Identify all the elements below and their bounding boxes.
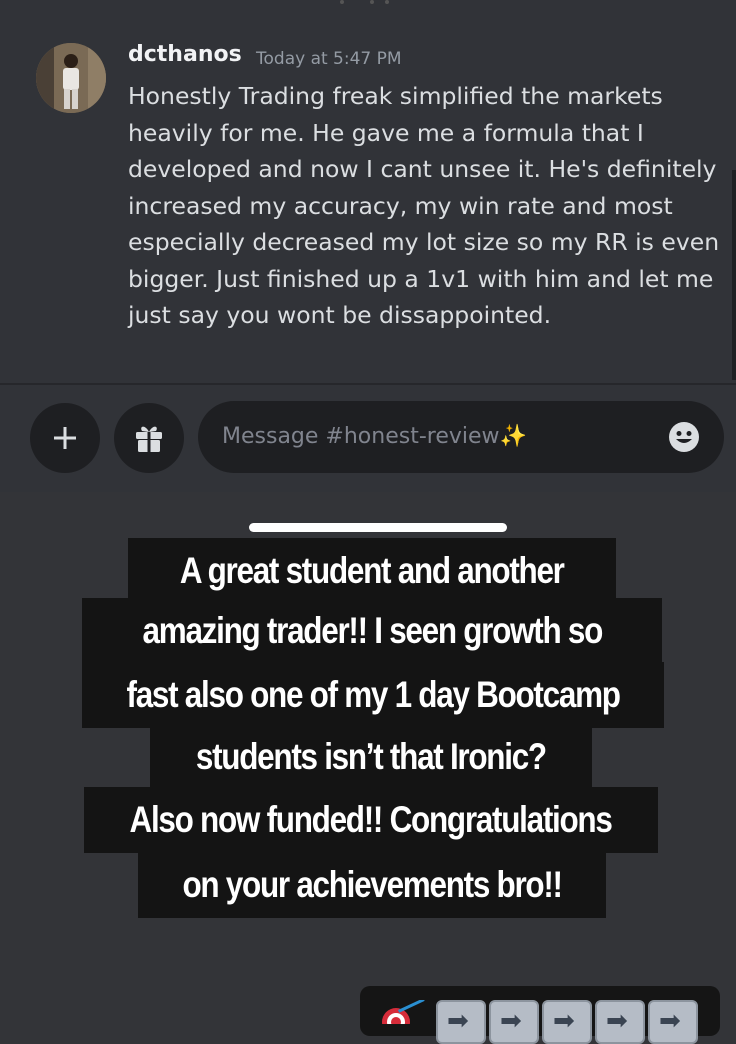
message-input-placeholder: Message #honest-review✨ bbox=[222, 424, 527, 449]
gift-button[interactable] bbox=[114, 403, 184, 473]
discord-chat-screenshot: dcthanos Today at 5:47 PM Honestly Tradi… bbox=[0, 0, 736, 492]
dart-icon bbox=[382, 1000, 425, 1024]
add-attachment-button[interactable] bbox=[30, 403, 100, 473]
drag-handle[interactable] bbox=[249, 523, 507, 532]
caption-text: fast also one of my 1 day Bootcamp bbox=[126, 674, 620, 715]
caption-text: amazing trader!! I seen growth so bbox=[142, 610, 603, 651]
caption-text: A great student and another bbox=[180, 550, 565, 591]
username[interactable]: dcthanos bbox=[128, 42, 242, 67]
right-arrow-icon bbox=[436, 1000, 486, 1044]
avatar[interactable] bbox=[36, 43, 106, 113]
message-line: just say you wont be dissappointed. bbox=[128, 301, 552, 329]
caption-line: fast also one of my 1 day Bootcamp bbox=[82, 662, 664, 728]
message-line: bigger. Just finished up a 1v1 with him … bbox=[128, 264, 714, 293]
message-line: heavily for me. He gave me a formula tha… bbox=[128, 118, 644, 147]
message-line: especially decreased my lot size so my R… bbox=[128, 228, 720, 256]
right-arrow-icon bbox=[595, 1000, 645, 1044]
user-photo-icon bbox=[36, 43, 106, 113]
right-arrow-icon bbox=[489, 1000, 539, 1044]
top-edge-dots bbox=[330, 0, 410, 6]
right-arrow-icon bbox=[648, 1000, 698, 1044]
message-input[interactable]: Message #honest-review✨ bbox=[198, 401, 724, 473]
caption-line: amazing trader!! I seen growth so bbox=[82, 598, 662, 664]
message-body: Honestly Trading freak simplified the ma… bbox=[128, 78, 728, 334]
composer-divider bbox=[0, 383, 736, 385]
caption-text: on your achievements bro!! bbox=[182, 864, 563, 905]
chat-scrollbar[interactable] bbox=[732, 170, 736, 380]
caption-line: A great student and another bbox=[128, 538, 616, 604]
right-arrow-icon bbox=[542, 1000, 592, 1044]
gift-icon bbox=[136, 426, 162, 452]
plus-icon bbox=[54, 427, 76, 449]
message-line: developed and now I cant unsee it. He's … bbox=[128, 155, 717, 183]
caption-line: on your achievements bro!! bbox=[138, 852, 606, 918]
message-timestamp: Today at 5:47 PM bbox=[256, 49, 402, 69]
caption-text: students isn’t that Ironic? bbox=[196, 736, 547, 777]
caption-line: students isn’t that Ironic? bbox=[150, 724, 592, 790]
caption-text: Also now funded!! Congratulations bbox=[129, 799, 613, 840]
caption-line: Also now funded!! Congratulations bbox=[84, 787, 658, 853]
message-line: Honestly Trading freak simplified the ma… bbox=[128, 82, 663, 110]
smile-emoji-icon[interactable] bbox=[667, 420, 701, 454]
message-line: increased my accuracy, my win rate and m… bbox=[128, 191, 673, 220]
